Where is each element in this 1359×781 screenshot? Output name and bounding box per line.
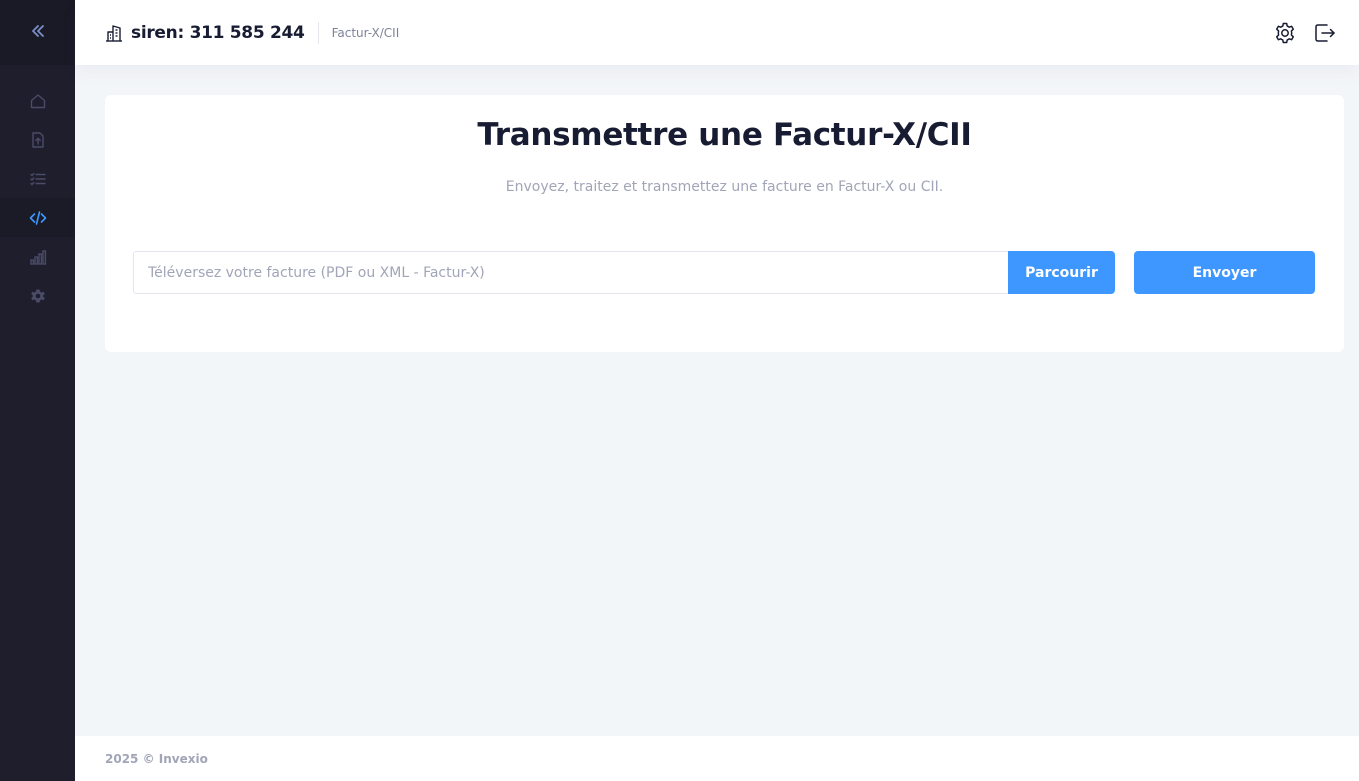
footer-copyright: 2025 © Invexio bbox=[105, 751, 208, 766]
file-upload-group: Parcourir bbox=[133, 251, 1115, 294]
header-divider bbox=[317, 21, 319, 44]
transmit-card: Transmettre une Factur-X/CII Envoyez, tr… bbox=[105, 95, 1344, 352]
sidebar-item-code[interactable] bbox=[0, 198, 75, 237]
logout-button[interactable] bbox=[1313, 21, 1337, 45]
company-info: siren: 311 585 244 Factur-X/CII bbox=[104, 0, 399, 65]
file-upload-icon bbox=[31, 131, 44, 148]
company-siren: siren: 311 585 244 bbox=[131, 22, 305, 43]
gear-icon bbox=[30, 289, 45, 302]
sidebar bbox=[0, 0, 75, 781]
top-header: siren: 311 585 244 Factur-X/CII bbox=[75, 0, 1359, 65]
home-icon bbox=[30, 93, 45, 108]
header-actions bbox=[1257, 0, 1337, 65]
settings-button[interactable] bbox=[1273, 21, 1297, 45]
double-chevron-left-icon bbox=[31, 24, 44, 37]
gear-outline-icon bbox=[1275, 22, 1295, 43]
sidebar-nav bbox=[0, 81, 75, 315]
sidebar-item-stats[interactable] bbox=[0, 237, 75, 276]
send-button[interactable]: Envoyer bbox=[1134, 251, 1315, 294]
sidebar-item-home[interactable] bbox=[0, 81, 75, 120]
code-icon bbox=[29, 210, 46, 225]
breadcrumb: Factur-X/CII bbox=[331, 25, 400, 40]
building-icon bbox=[106, 24, 122, 42]
sidebar-item-upload[interactable] bbox=[0, 120, 75, 159]
sidebar-header bbox=[0, 0, 75, 65]
collapse-sidebar-button[interactable] bbox=[30, 23, 46, 43]
sidebar-item-list[interactable] bbox=[0, 159, 75, 198]
list-check-icon bbox=[29, 172, 46, 186]
sidebar-item-settings[interactable] bbox=[0, 276, 75, 315]
file-upload-input[interactable] bbox=[133, 251, 1008, 294]
footer: 2025 © Invexio bbox=[75, 736, 1359, 781]
logout-icon bbox=[1315, 23, 1335, 42]
browse-button[interactable]: Parcourir bbox=[1008, 251, 1115, 294]
page-subtitle: Envoyez, traitez et transmettez une fact… bbox=[505, 179, 944, 195]
page-title: Transmettre une Factur-X/CII bbox=[477, 117, 972, 153]
bar-chart-icon bbox=[29, 249, 46, 265]
